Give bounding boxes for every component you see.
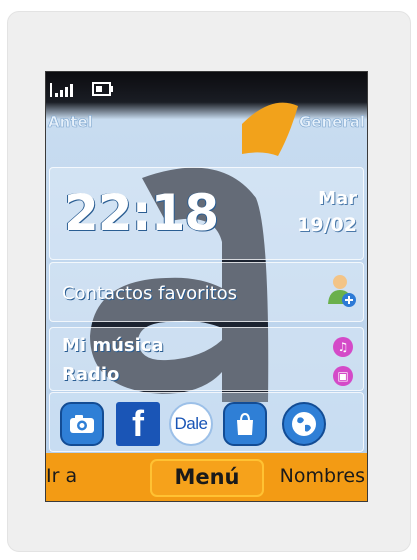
softkey-bar: Ir a Menú Nombres [46,453,367,501]
music-radio-widget: Mi música ♫ Radio ▣ [49,327,364,391]
radio-icon[interactable]: ▣ [333,366,353,386]
app-shortcut-bar: f Dale [49,392,364,452]
clock-time: 22:18 [64,184,219,242]
camera-app-button[interactable] [60,402,104,446]
goto-softkey[interactable]: Ir a [46,465,77,487]
menu-softkey[interactable]: Menú [150,459,264,497]
clock-day: Mar [318,188,357,209]
favorite-contacts-widget[interactable]: Contactos favoritos [49,262,364,322]
dale-app-button[interactable]: Dale [169,402,213,446]
names-softkey[interactable]: Nombres [280,465,365,487]
add-contact-icon[interactable] [327,274,357,308]
browser-app-button[interactable] [282,402,326,446]
phone-screen: Antel General 22:18 Mar 19/02 Contactos … [45,71,368,502]
globe-icon [292,412,316,436]
status-bar [46,72,367,104]
radio-link[interactable]: Radio [62,364,119,385]
shopping-bag-icon [237,412,253,435]
my-music-link[interactable]: Mi música [62,335,164,356]
clock-widget[interactable]: 22:18 Mar 19/02 [49,167,364,260]
facebook-app-button[interactable]: f [116,402,160,446]
music-note-icon[interactable]: ♫ [333,337,353,357]
camera-icon [70,415,94,433]
battery-icon [92,82,113,96]
operator-name: Antel [48,113,93,132]
store-app-button[interactable] [223,402,267,446]
dale-icon: Dale [174,414,208,433]
profile-name: General [299,113,366,132]
facebook-icon: f [132,403,144,444]
signal-bars-icon [50,83,73,97]
clock-date: 19/02 [297,214,357,236]
favorite-contacts-label: Contactos favoritos [62,283,238,304]
